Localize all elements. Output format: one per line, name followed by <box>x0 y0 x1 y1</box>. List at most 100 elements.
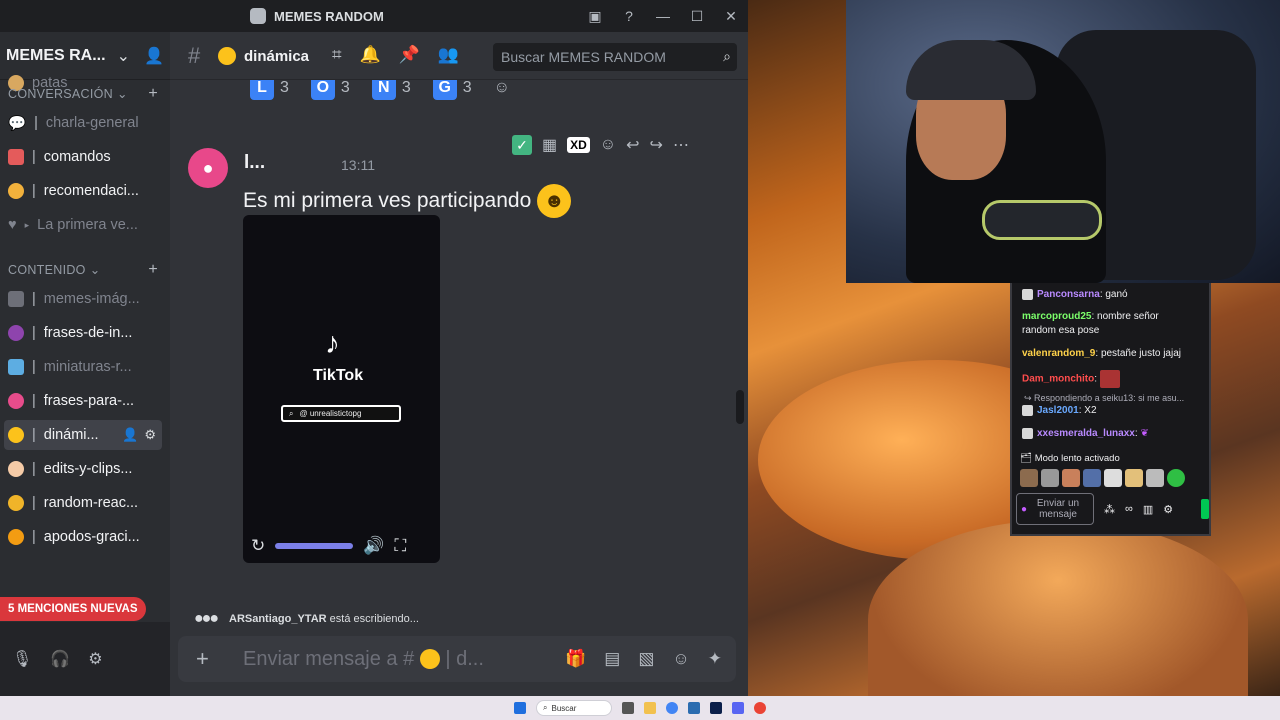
members-icon[interactable]: 👥 <box>438 45 459 65</box>
chat-user[interactable]: Jasl2001 <box>1037 405 1079 416</box>
gear-icon[interactable]: ⚙ <box>144 427 156 443</box>
emoji-reaction-icon[interactable]: ▦ <box>542 135 557 155</box>
channel-comandos[interactable]: | comandos <box>4 142 162 172</box>
emote-icon[interactable] <box>1167 469 1185 487</box>
gif-icon[interactable]: ▤ <box>604 649 620 669</box>
close-button[interactable]: ✕ <box>714 0 748 32</box>
channel-frases-de-in[interactable]: | frases-de-in... <box>4 318 162 348</box>
gift-icon[interactable]: 🎁 <box>565 649 586 669</box>
search-icon: ⌕ <box>543 703 548 712</box>
emote-icon[interactable] <box>1041 469 1059 487</box>
channel-frases-para[interactable]: | frases-para-... <box>4 386 162 416</box>
tiktok-handle-box: ⌕ @ unrealistictopg <box>281 405 401 422</box>
category-conversacion[interactable]: CONVERSACIÓN ⌄ + <box>8 85 158 103</box>
points-icon[interactable]: ⁂ <box>1104 503 1115 516</box>
headphones-icon[interactable]: 🎧 <box>50 649 70 669</box>
emoji-icon[interactable]: ☺ <box>672 649 689 669</box>
reply-icon[interactable]: ↩ <box>626 135 639 155</box>
chrome-icon[interactable] <box>666 702 678 714</box>
taskbar-search[interactable]: ⌕ Buscar <box>536 700 612 716</box>
apps-icon[interactable]: ✦ <box>708 649 722 669</box>
check-mark-icon[interactable]: ✓ <box>512 135 532 155</box>
help-icon[interactable]: ? <box>612 0 646 32</box>
discord-taskbar-icon[interactable] <box>732 702 744 714</box>
xd-reaction[interactable]: XD <box>567 137 590 153</box>
search-input[interactable]: Buscar MEMES RANDOM ⌕ <box>493 43 737 71</box>
chat-input[interactable]: ● Enviar un mensaje <box>1016 493 1094 525</box>
forward-icon[interactable]: ↪ <box>650 135 663 155</box>
chat-user[interactable]: Dam_monchito <box>1022 374 1094 385</box>
emote-icon[interactable] <box>1062 469 1080 487</box>
chat-user[interactable]: marcoproud25 <box>1022 311 1091 322</box>
channel-sidebar: MEMES RA... ⌄ 👤 patas CONVERSACIÓN ⌄ + 💬… <box>0 32 170 696</box>
channel-label: recomendaci... <box>43 183 139 199</box>
channel-miniaturas[interactable]: | miniaturas-r... <box>4 352 162 382</box>
channel-charla-general[interactable]: 💬 | charla-general <box>4 108 162 138</box>
reaction-chip[interactable]: N 3 <box>368 80 415 102</box>
emote-icon[interactable] <box>1020 469 1038 487</box>
channel-edits-y-clips[interactable]: | edits-y-clips... <box>4 454 162 484</box>
fullscreen-icon[interactable]: ⛶ <box>394 536 406 556</box>
infinity-icon[interactable]: ∞ <box>1125 503 1133 516</box>
typing-suffix: está escribiendo... <box>329 613 419 625</box>
task-view-icon[interactable] <box>622 702 634 714</box>
invite-icon[interactable]: 👤 <box>122 427 138 443</box>
chat-user[interactable]: valenrandom_9 <box>1022 348 1095 359</box>
edge-icon[interactable] <box>688 702 700 714</box>
screen-share-icon[interactable]: ▣ <box>578 0 612 32</box>
more-options-icon[interactable]: ⋯ <box>673 135 689 155</box>
store-icon[interactable]: ▥ <box>1143 503 1153 516</box>
send-button[interactable] <box>1201 499 1209 519</box>
reaction-chip[interactable]: G 3 <box>429 80 476 102</box>
microphone-icon[interactable]: 🎙 <box>12 649 32 669</box>
video-attachment[interactable]: ♪ TikTok ⌕ @ unrealistictopg ↻ 🔊 ⛶ <box>243 215 440 563</box>
microphone-icon[interactable]: ● <box>1021 504 1027 515</box>
reaction-chip[interactable]: L 3 <box>246 80 293 102</box>
avatar[interactable]: ● <box>188 148 228 188</box>
obs-icon[interactable] <box>754 702 766 714</box>
minimize-button[interactable]: — <box>646 0 680 32</box>
add-reaction-icon[interactable]: ☺ <box>490 80 514 102</box>
sticker-icon[interactable]: ▧ <box>638 649 654 669</box>
emote-icon[interactable] <box>1104 469 1122 487</box>
windows-start-icon[interactable] <box>514 702 526 714</box>
reaction-count: 3 <box>340 80 350 96</box>
message-author[interactable]: l... <box>244 152 265 174</box>
channel-recomendaciones[interactable]: | recomendaci... <box>4 176 162 206</box>
replay-icon[interactable]: ↻ <box>251 536 265 556</box>
maximize-button[interactable]: ☐ <box>680 0 714 32</box>
channel-dinamica[interactable]: | dinámi... 👤 ⚙ <box>4 420 162 450</box>
chat-user[interactable]: Panconsarna <box>1037 289 1100 300</box>
category-contenido[interactable]: CONTENIDO ⌄ + <box>8 261 158 279</box>
video-progress-bar[interactable] <box>275 543 354 549</box>
channel-la-primera-vez[interactable]: ♥ ▸ La primera ve... <box>4 210 162 240</box>
add-channel-icon[interactable]: + <box>148 261 158 279</box>
emote-icon[interactable] <box>1125 469 1143 487</box>
attach-plus-icon[interactable]: + <box>196 646 209 672</box>
invite-user-icon[interactable]: 👤 <box>144 46 164 66</box>
chat-user[interactable]: xxesmeralda_lunaxx <box>1037 428 1135 439</box>
photoshop-icon[interactable] <box>710 702 722 714</box>
scrollbar[interactable] <box>736 390 744 424</box>
gear-icon[interactable]: ⚙ <box>88 649 102 669</box>
chevron-down-icon[interactable]: ⌄ <box>117 46 130 66</box>
add-channel-icon[interactable]: + <box>148 85 158 103</box>
channel-memes-imagenes[interactable]: | memes-imág... <box>4 284 162 314</box>
microphone <box>982 200 1102 240</box>
gear-icon[interactable]: ⚙ <box>1163 503 1173 516</box>
message-composer[interactable]: + Enviar mensaje a # | d... 🎁 ▤ ▧ ☺ ✦ <box>178 636 736 682</box>
reaction-chip[interactable]: O 3 <box>307 80 354 102</box>
webcam-overlay <box>846 0 1280 283</box>
pin-icon[interactable]: 📌 <box>399 45 420 65</box>
emote-icon[interactable] <box>1146 469 1164 487</box>
volume-icon[interactable]: 🔊 <box>363 536 384 556</box>
add-reaction-icon[interactable]: ☺ <box>600 136 616 154</box>
emote-icon[interactable] <box>1083 469 1101 487</box>
threads-icon[interactable]: ⌗ <box>332 45 342 65</box>
search-icon[interactable]: ⌕ <box>723 48 731 65</box>
channel-apodos[interactable]: | apodos-graci... <box>4 522 162 552</box>
file-explorer-icon[interactable] <box>644 702 656 714</box>
bell-icon[interactable]: 🔔 <box>360 45 381 65</box>
new-mentions-badge[interactable]: 5 MENCIONES NUEVAS <box>0 597 146 621</box>
channel-random-reac[interactable]: | random-reac... <box>4 488 162 518</box>
